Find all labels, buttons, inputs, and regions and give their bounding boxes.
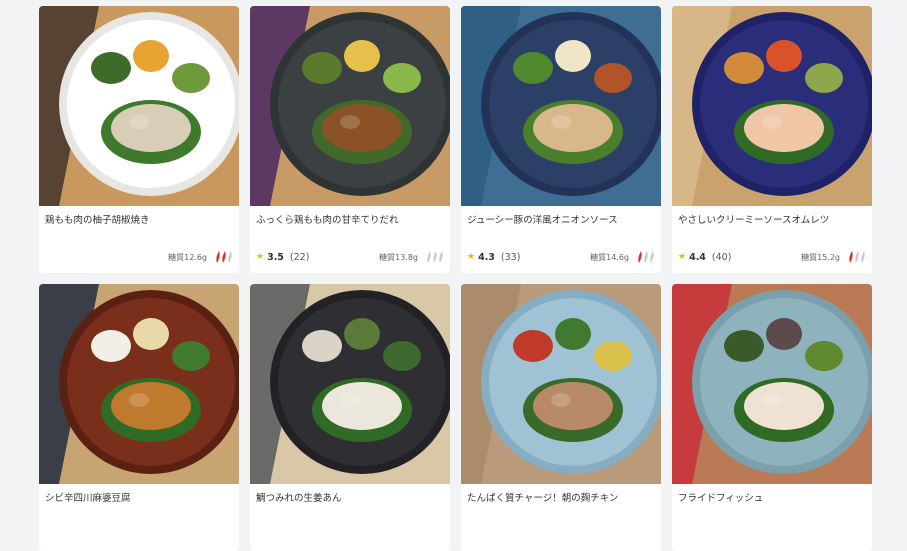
sugar-content: 糖質15.2g <box>801 252 840 262</box>
dish-name[interactable]: フライドフィッシュ <box>678 492 866 506</box>
dish-photo[interactable] <box>461 284 661 484</box>
dish-meta <box>256 528 444 542</box>
rating: ★ 4.4 (40) <box>678 252 731 263</box>
star-icon: ★ <box>256 252 265 262</box>
chili-icon <box>849 251 853 263</box>
rating: ★ 4.3 (33) <box>467 252 520 263</box>
menu-card[interactable]: フライドフィッシュ <box>672 284 872 551</box>
spice-level-chili-icon <box>846 528 866 542</box>
dish-meta: ★ 3.5 (22) 糖質13.8g <box>256 250 444 264</box>
dish-illustration <box>672 6 872 206</box>
dish-illustration <box>250 6 450 206</box>
rating-score: 4.3 <box>478 251 495 263</box>
dish-photo[interactable] <box>250 6 450 206</box>
dish-illustration <box>672 284 872 484</box>
chili-icon <box>638 251 642 263</box>
dish-name[interactable]: たんぱく質チャージ！朝の麹チキン <box>467 492 655 506</box>
dish-meta <box>45 528 233 542</box>
spice-level-chili-icon <box>213 250 233 264</box>
review-count: (40) <box>711 251 732 263</box>
dish-illustration <box>39 284 239 484</box>
chili-icon <box>439 251 443 263</box>
menu-card[interactable]: やさしいクリーミーソースオムレツ ★ 4.4 (40) 糖質15.2g <box>672 6 872 273</box>
dish-illustration <box>250 284 450 484</box>
dish-meta: ★ 4.4 (40) 糖質15.2g <box>678 250 866 264</box>
dish-meta: ★ 4.3 (33) 糖質14.6g <box>467 250 655 264</box>
dish-illustration <box>461 6 661 206</box>
menu-card[interactable]: ふっくら鶏もも肉の甘辛てりだれ ★ 3.5 (22) 糖質13.8g <box>250 6 450 273</box>
sugar-content: 糖質13.8g <box>379 252 418 262</box>
dish-photo[interactable] <box>461 6 661 206</box>
dish-name[interactable]: シビ辛四川麻婆豆腐 <box>45 492 233 506</box>
dish-meta: 糖質12.6g <box>45 250 233 264</box>
sugar-content: 糖質12.6g <box>168 252 207 262</box>
chili-icon <box>861 251 865 263</box>
star-icon: ★ <box>678 252 687 262</box>
dish-photo[interactable] <box>672 284 872 484</box>
spice-level-chili-icon <box>424 250 444 264</box>
dish-photo[interactable] <box>250 284 450 484</box>
menu-card[interactable]: シビ辛四川麻婆豆腐 <box>39 284 239 551</box>
dish-illustration <box>461 284 661 484</box>
chili-icon <box>427 251 431 263</box>
menu-card[interactable]: 鯛つみれの生姜あん <box>250 284 450 551</box>
spice-level-chili-icon <box>213 528 233 542</box>
spice-level-chili-icon <box>635 528 655 542</box>
chili-icon <box>855 251 859 263</box>
chili-icon <box>216 251 220 263</box>
dish-name[interactable]: 鯛つみれの生姜あん <box>256 492 444 506</box>
dish-name[interactable]: ジューシー豚の洋風オニオンソース <box>467 214 655 228</box>
spice-level-chili-icon <box>846 250 866 264</box>
dish-name[interactable]: やさしいクリーミーソースオムレツ <box>678 214 866 228</box>
dish-name[interactable]: ふっくら鶏もも肉の甘辛てりだれ <box>256 214 444 228</box>
dish-meta <box>678 528 866 542</box>
spice-level-chili-icon <box>635 250 655 264</box>
dish-meta <box>467 528 655 542</box>
menu-card[interactable]: たんぱく質チャージ！朝の麹チキン <box>461 284 661 551</box>
sugar-content: 糖質14.6g <box>590 252 629 262</box>
chili-icon <box>433 251 437 263</box>
rating-score: 3.5 <box>267 251 284 263</box>
dish-photo[interactable] <box>672 6 872 206</box>
rating: ★ 3.5 (22) <box>256 252 309 263</box>
review-count: (22) <box>289 251 310 263</box>
rating-score: 4.4 <box>689 251 706 263</box>
chili-icon <box>650 251 654 263</box>
menu-grid: 鶏もも肉の柚子胡椒焼き 糖質12.6g ふっくら鶏もも肉の甘辛てりだれ ★ 3.… <box>39 6 872 551</box>
chili-icon <box>228 251 232 263</box>
menu-card[interactable]: ジューシー豚の洋風オニオンソース ★ 4.3 (33) 糖質14.6g <box>461 6 661 273</box>
spice-level-chili-icon <box>424 528 444 542</box>
dish-photo[interactable] <box>39 284 239 484</box>
chili-icon <box>222 251 226 263</box>
chili-icon <box>644 251 648 263</box>
dish-illustration <box>39 6 239 206</box>
menu-card[interactable]: 鶏もも肉の柚子胡椒焼き 糖質12.6g <box>39 6 239 273</box>
review-count: (33) <box>500 251 521 263</box>
star-icon: ★ <box>467 252 476 262</box>
dish-photo[interactable] <box>39 6 239 206</box>
dish-name[interactable]: 鶏もも肉の柚子胡椒焼き <box>45 214 233 228</box>
